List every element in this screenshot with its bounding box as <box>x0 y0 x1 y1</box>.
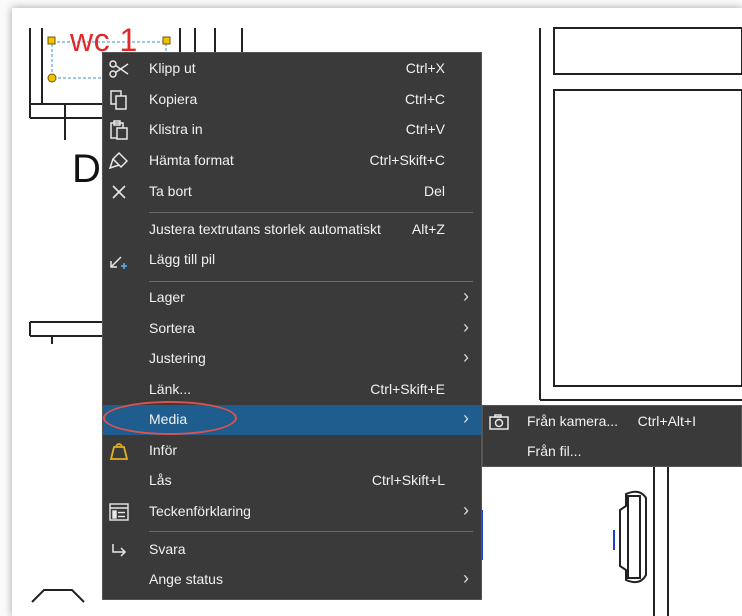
scissors-icon <box>108 59 130 79</box>
menu-item-label: Klistra in <box>149 121 203 137</box>
menu-item-paste[interactable]: Klistra in Ctrl+V <box>103 115 481 145</box>
menu-item-label: Länk... <box>149 381 192 397</box>
chevron-right-icon: › <box>463 286 469 306</box>
chevron-right-icon: › <box>463 500 469 520</box>
menu-item-label: Hämta format <box>149 152 234 168</box>
legend-icon <box>108 502 130 522</box>
chevron-right-icon: › <box>463 408 469 428</box>
format-painter-icon <box>108 151 130 171</box>
annotation-highlight-ellipse <box>103 401 237 435</box>
menu-item-label: Sortera <box>149 320 195 336</box>
menu-item-reply[interactable]: Svara <box>103 535 481 565</box>
menu-item-label: Lås <box>149 472 172 488</box>
menu-item-alignment[interactable]: Justering › <box>103 344 481 374</box>
menu-item-shortcut: Ctrl+X <box>405 60 445 76</box>
menu-item-label: Kopiera <box>149 91 198 107</box>
menu-item-sort[interactable]: Sortera › <box>103 314 481 344</box>
add-arrow-icon <box>108 250 130 270</box>
menu-separator <box>149 531 473 532</box>
weight-icon <box>108 441 130 461</box>
submenu-item-from-camera[interactable]: Från kamera... Ctrl+Alt+I <box>483 407 741 437</box>
paste-icon <box>108 120 130 140</box>
menu-item-label: Ange status <box>149 571 223 587</box>
menu-item-set-status[interactable]: Ange status › <box>103 565 481 595</box>
menu-item-label: Justering <box>149 350 206 366</box>
menu-item-legend[interactable]: Teckenförklaring › <box>103 497 481 527</box>
media-submenu: Från kamera... Ctrl+Alt+I Från fil... <box>482 405 742 467</box>
context-menu: Klipp ut Ctrl+X Kopiera Ctrl+C Klistra i… <box>102 52 482 600</box>
menu-separator <box>149 281 473 282</box>
camera-icon <box>488 412 510 432</box>
menu-separator <box>149 212 473 213</box>
menu-item-label: Teckenförklaring <box>149 503 251 519</box>
close-icon <box>108 182 130 202</box>
reply-icon <box>108 540 130 560</box>
menu-item-layer[interactable]: Lager › <box>103 283 481 313</box>
menu-item-lock[interactable]: Lås Ctrl+Skift+L <box>103 466 481 496</box>
chevron-right-icon: › <box>463 347 469 367</box>
menu-item-auto-resize-textbox[interactable]: Justera textrutans storlek automatiskt A… <box>103 215 481 245</box>
menu-item-label: Från kamera... <box>527 413 619 429</box>
menu-item-shortcut: Ctrl+Alt+I <box>637 413 696 429</box>
menu-item-label: Svara <box>149 541 186 557</box>
menu-item-shortcut: Ctrl+V <box>405 121 445 137</box>
menu-item-label: Lager <box>149 289 185 305</box>
menu-item-label: Lägg till pil <box>149 251 216 267</box>
menu-item-shortcut: Ctrl+C <box>404 91 445 107</box>
menu-item-format-painter[interactable]: Hämta format Ctrl+Skift+C <box>103 146 481 176</box>
menu-item-label: Inför <box>149 442 178 458</box>
menu-item-add-arrow[interactable]: Lägg till pil <box>103 245 481 275</box>
menu-item-shortcut: Ctrl+Skift+L <box>371 472 445 488</box>
chevron-right-icon: › <box>463 317 469 337</box>
copy-icon <box>108 90 130 110</box>
menu-item-label: Klipp ut <box>149 60 196 76</box>
menu-item-shortcut: Alt+Z <box>411 221 445 237</box>
menu-item-insert[interactable]: Inför <box>103 436 481 466</box>
menu-item-delete[interactable]: Ta bort Del <box>103 177 481 207</box>
menu-item-shortcut: Del <box>423 183 445 199</box>
menu-item-label: Från fil... <box>527 443 582 459</box>
submenu-item-from-file[interactable]: Från fil... <box>483 437 741 467</box>
menu-item-shortcut: Ctrl+Skift+C <box>369 152 445 168</box>
chevron-right-icon: › <box>463 568 469 588</box>
door-label: D <box>72 147 101 191</box>
menu-item-copy[interactable]: Kopiera Ctrl+C <box>103 85 481 115</box>
menu-item-shortcut: Ctrl+Skift+E <box>370 381 445 397</box>
menu-item-label: Justera textrutans storlek automatiskt <box>149 221 381 237</box>
menu-item-cut[interactable]: Klipp ut Ctrl+X <box>103 54 481 84</box>
menu-item-label: Ta bort <box>149 183 192 199</box>
